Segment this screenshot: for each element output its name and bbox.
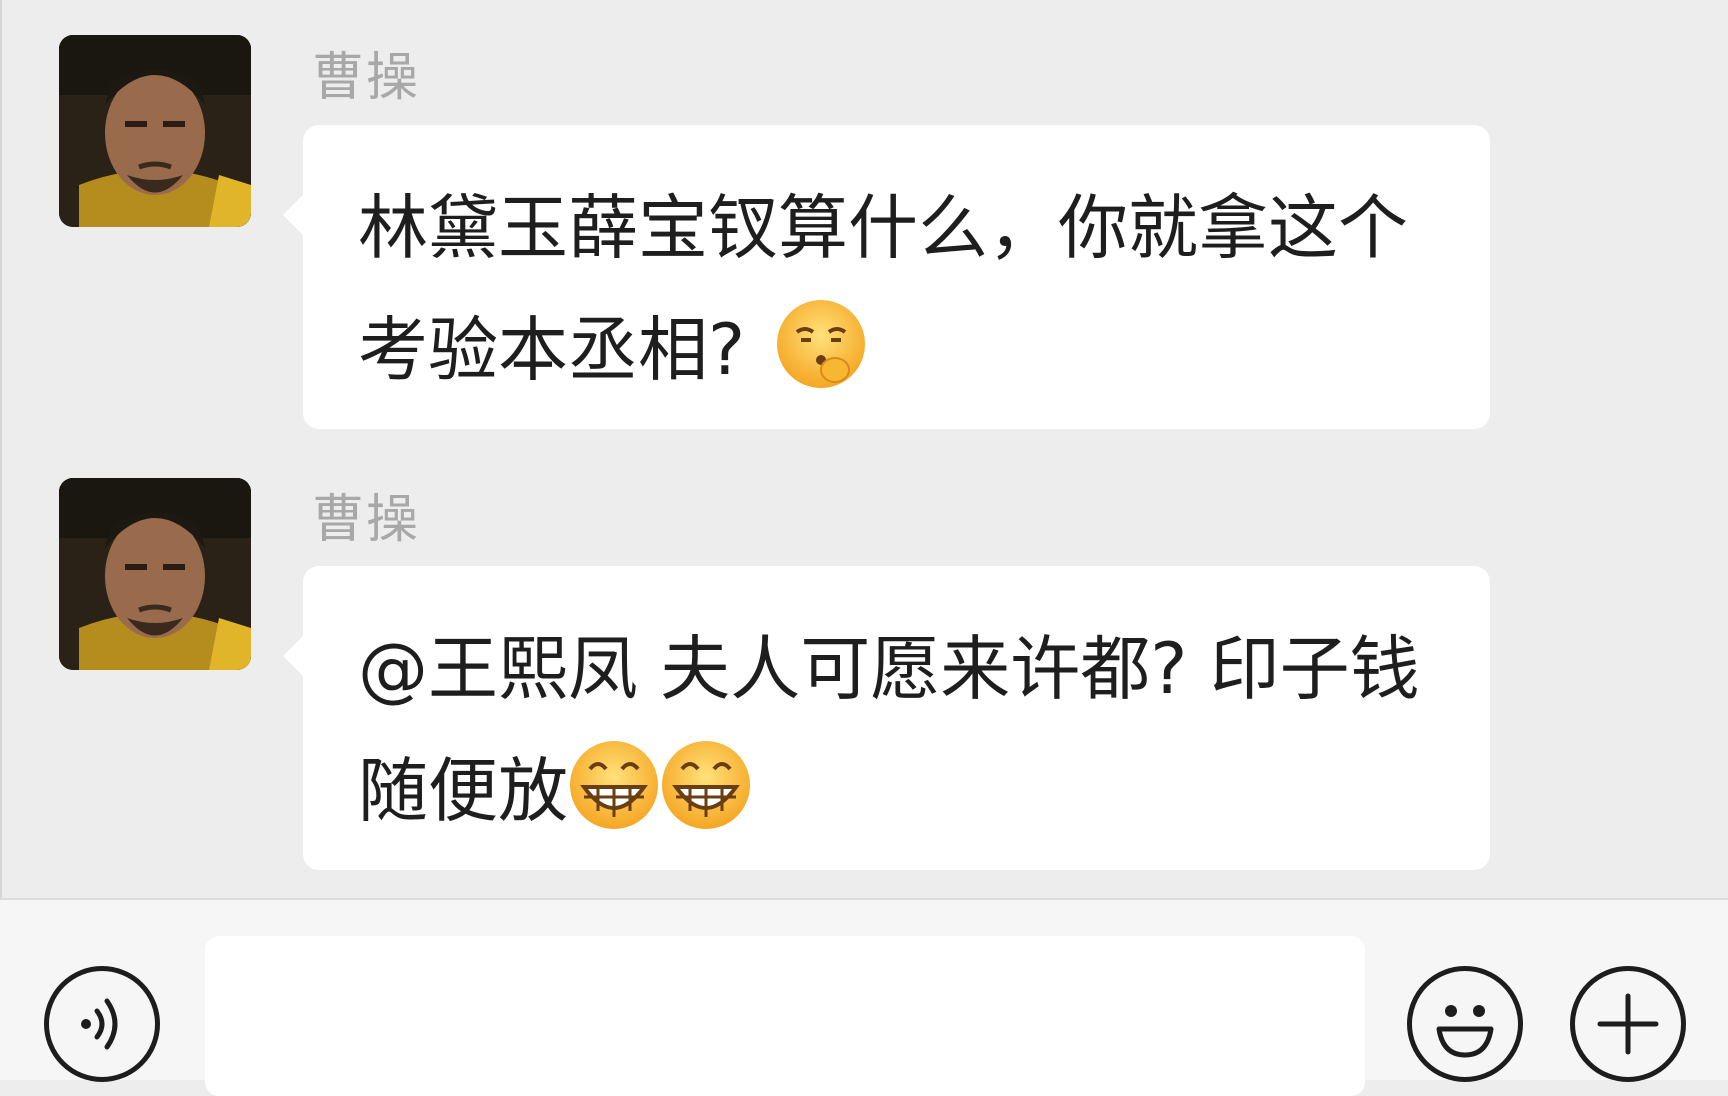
message-text-content: 林黛玉薛宝钗算什么，你就拿这个考验本丞相? <box>358 187 1408 391</box>
chat-message-area[interactable]: 曹操 林黛玉薛宝钗算什么，你就拿这个考验本丞相? 曹操 @王熙凤 夫人可愿来许都… <box>0 0 1728 898</box>
message-text: @王熙凤 夫人可愿来许都? 印子钱随便放 <box>358 608 1450 852</box>
grinning-face-emoji <box>660 739 752 831</box>
emoji-button[interactable] <box>1407 966 1523 1082</box>
sender-name: 曹操 <box>312 490 421 550</box>
sender-name: 曹操 <box>312 48 421 108</box>
voice-button[interactable] <box>44 966 160 1082</box>
emoji-icon <box>1436 1005 1494 1058</box>
grinning-face-emoji <box>568 739 660 831</box>
message-bubble[interactable]: 林黛玉薛宝钗算什么，你就拿这个考验本丞相? <box>283 125 1490 429</box>
message-text: 林黛玉薛宝钗算什么，你就拿这个考验本丞相? <box>358 167 1450 411</box>
plus-icon <box>1597 993 1659 1055</box>
avatar-image <box>59 35 251 227</box>
message-text-content: @王熙凤 夫人可愿来许都? 印子钱随便放 <box>358 628 1420 832</box>
avatar-image <box>59 478 251 670</box>
shushing-face-emoji <box>775 298 867 390</box>
message-bubble[interactable]: @王熙凤 夫人可愿来许都? 印子钱随便放 <box>283 566 1490 870</box>
message-input-bar <box>0 898 1728 1096</box>
avatar[interactable] <box>59 35 251 227</box>
voice-icon <box>81 998 118 1050</box>
avatar[interactable] <box>59 478 251 670</box>
message-input[interactable] <box>205 936 1365 1096</box>
add-button[interactable] <box>1570 966 1686 1082</box>
